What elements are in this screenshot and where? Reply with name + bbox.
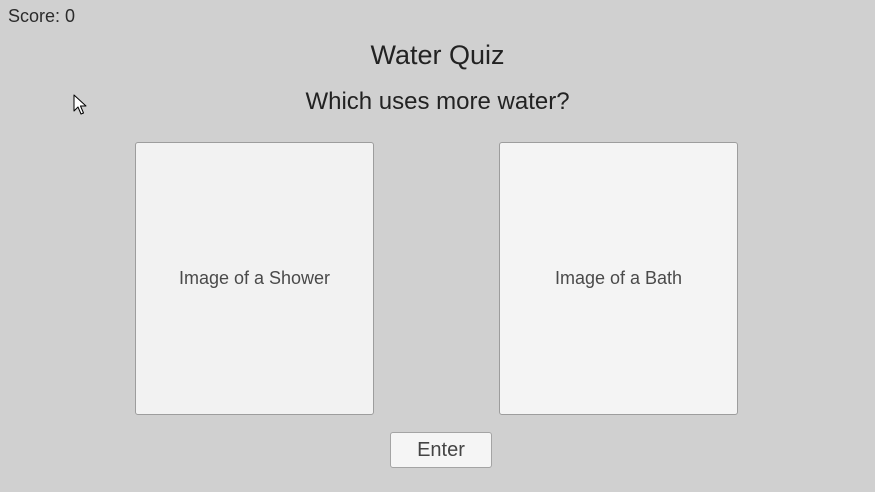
option-shower-card[interactable]: Image of a Shower — [135, 142, 374, 415]
mouse-cursor-icon — [73, 94, 87, 115]
enter-button[interactable]: Enter — [390, 432, 492, 468]
quiz-question: Which uses more water? — [305, 88, 570, 115]
option-bath-card[interactable]: Image of a Bath — [499, 142, 738, 415]
option-shower-label: Image of a Shower — [178, 268, 331, 288]
score-label: Score: 0 — [8, 6, 76, 26]
quiz-title: Water Quiz — [370, 40, 505, 70]
option-bath-label: Image of a Bath — [554, 268, 683, 288]
